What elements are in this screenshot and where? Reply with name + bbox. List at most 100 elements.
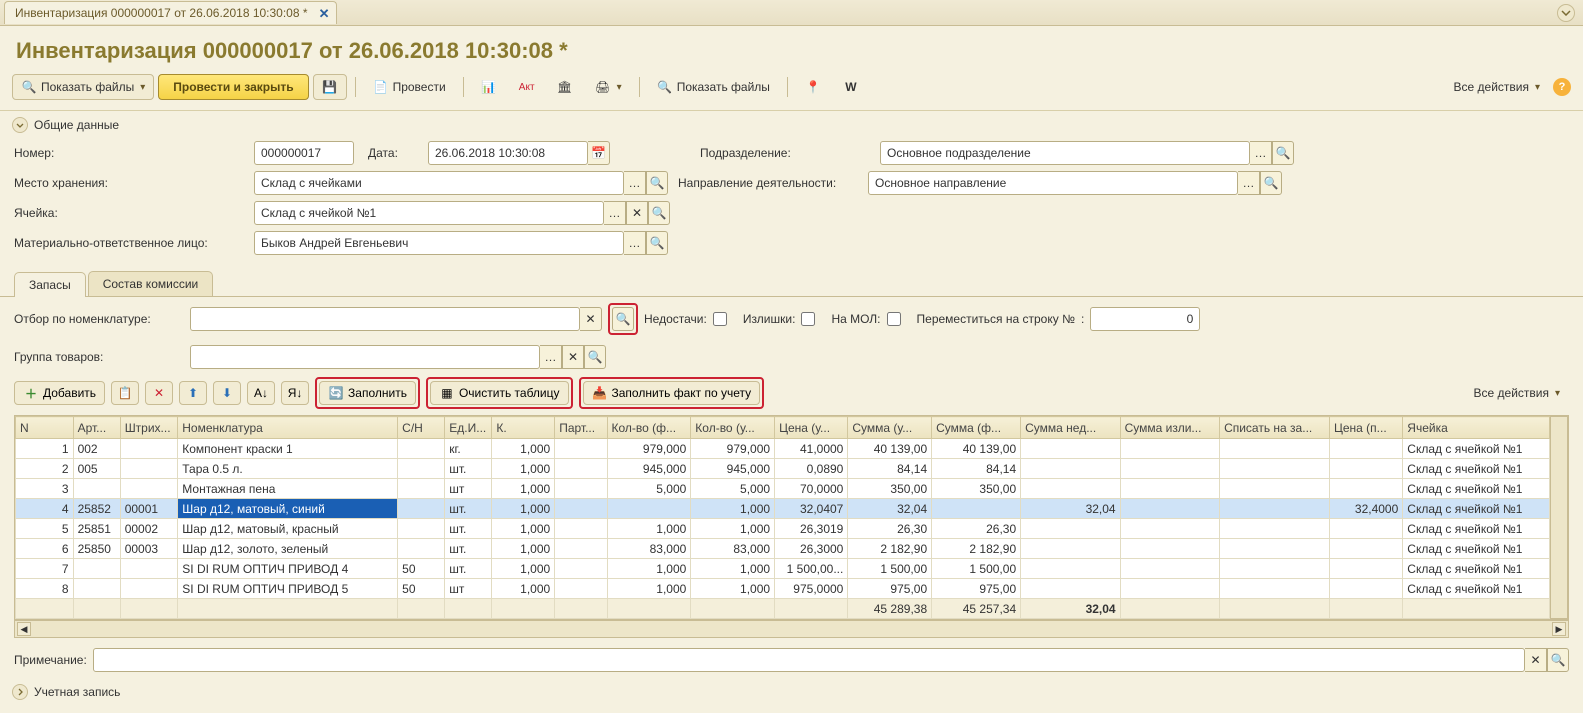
wiki-button[interactable]: W bbox=[834, 74, 868, 100]
horizontal-scrollbar[interactable]: ◀ ▶ bbox=[14, 620, 1569, 638]
table-row[interactable]: 1002Компонент краски 1кг.1,000979,000979… bbox=[16, 439, 1550, 459]
column-header[interactable]: Ячейка bbox=[1403, 417, 1550, 439]
calendar-icon[interactable]: 📅 bbox=[588, 141, 610, 165]
table-row[interactable]: 3Монтажная пенашт1,0005,0005,00070,00003… bbox=[16, 479, 1550, 499]
search-icon[interactable]: 🔍 bbox=[646, 231, 668, 255]
table-row[interactable]: 52585100002Шар д12, матовый, красныйшт.1… bbox=[16, 519, 1550, 539]
shortage-checkbox[interactable] bbox=[713, 312, 727, 326]
select-icon[interactable]: … bbox=[604, 201, 626, 225]
fill-fact-button[interactable]: 📥 Заполнить факт по учету bbox=[583, 381, 761, 405]
all-actions-button[interactable]: Все действия bbox=[1445, 75, 1550, 99]
close-icon[interactable]: ✕ bbox=[319, 6, 330, 22]
number-field[interactable] bbox=[254, 141, 354, 165]
column-header[interactable]: Сумма нед... bbox=[1021, 417, 1120, 439]
clear-icon[interactable]: ✕ bbox=[562, 345, 584, 369]
table-icon: ▦ bbox=[439, 385, 455, 401]
vertical-scrollbar[interactable] bbox=[1550, 416, 1568, 619]
search-icon[interactable]: 🔍 bbox=[1272, 141, 1294, 165]
collapse-accounting-icon[interactable] bbox=[12, 684, 28, 700]
print-button[interactable]: 🖨 bbox=[586, 74, 631, 100]
date-field[interactable] bbox=[428, 141, 588, 165]
table-row[interactable]: 8SI DI RUM ОПТИЧ ПРИВОД 550шт1,0001,0001… bbox=[16, 579, 1550, 599]
column-header[interactable]: С/Н bbox=[398, 417, 445, 439]
group-field[interactable] bbox=[190, 345, 540, 369]
tab-stocks[interactable]: Запасы bbox=[14, 272, 86, 297]
akt-button[interactable]: Акт bbox=[510, 74, 544, 100]
column-header[interactable]: Сумма (ф... bbox=[932, 417, 1021, 439]
select-icon[interactable]: … bbox=[540, 345, 562, 369]
pin-icon[interactable] bbox=[1557, 4, 1575, 22]
filter-nomen-field[interactable] bbox=[190, 307, 580, 331]
search-icon[interactable]: 🔍 bbox=[1547, 648, 1569, 672]
tab-commission[interactable]: Состав комиссии bbox=[88, 271, 214, 296]
goto-row-field[interactable] bbox=[1090, 307, 1200, 331]
post-button[interactable]: 📄 Провести bbox=[364, 74, 455, 100]
select-icon[interactable]: … bbox=[1238, 171, 1260, 195]
search-icon[interactable]: 🔍 bbox=[584, 345, 606, 369]
select-icon[interactable]: … bbox=[624, 231, 646, 255]
cell-field[interactable] bbox=[254, 201, 604, 225]
note-field[interactable] bbox=[93, 648, 1525, 672]
cell-label: Ячейка: bbox=[14, 206, 254, 220]
sort-desc-button[interactable]: Я↓ bbox=[281, 381, 309, 405]
column-header[interactable]: Кол-во (у... bbox=[691, 417, 775, 439]
post-and-close-button[interactable]: Провести и закрыть bbox=[158, 74, 308, 100]
select-icon[interactable]: … bbox=[624, 171, 646, 195]
document-tab[interactable]: Инвентаризация 000000017 от 26.06.2018 1… bbox=[4, 1, 337, 24]
search-icon[interactable]: 🔍 bbox=[648, 201, 670, 225]
clear-table-button[interactable]: ▦ Очистить таблицу bbox=[430, 381, 569, 405]
column-header[interactable]: Парт... bbox=[555, 417, 607, 439]
bymol-checkbox[interactable] bbox=[887, 312, 901, 326]
store-field[interactable] bbox=[254, 171, 624, 195]
table-row[interactable]: 7SI DI RUM ОПТИЧ ПРИВОД 450шт.1,0001,000… bbox=[16, 559, 1550, 579]
add-row-button[interactable]: ＋ Добавить bbox=[14, 381, 105, 405]
activity-field[interactable] bbox=[868, 171, 1238, 195]
dt-kt-button[interactable]: 📊 bbox=[472, 74, 506, 100]
help-icon[interactable]: ? bbox=[1553, 78, 1571, 96]
structure-button[interactable]: 🏛 bbox=[548, 74, 582, 100]
clear-icon[interactable]: ✕ bbox=[1525, 648, 1547, 672]
collapse-general-icon[interactable] bbox=[12, 117, 28, 133]
dept-field[interactable] bbox=[880, 141, 1250, 165]
column-header[interactable]: Кол-во (ф... bbox=[607, 417, 691, 439]
column-header[interactable]: Цена (п... bbox=[1330, 417, 1403, 439]
select-icon[interactable]: … bbox=[1250, 141, 1272, 165]
copy-row-button[interactable]: 📋 bbox=[111, 381, 139, 405]
surplus-checkbox[interactable] bbox=[801, 312, 815, 326]
table-row[interactable]: 2005Тара 0.5 л.шт.1,000945,000945,0000,0… bbox=[16, 459, 1550, 479]
column-header[interactable]: Ед.И... bbox=[445, 417, 492, 439]
geo-button[interactable]: 📍 bbox=[796, 74, 830, 100]
move-up-button[interactable]: ⬆ bbox=[179, 381, 207, 405]
column-header[interactable]: Номенклатура bbox=[178, 417, 398, 439]
scroll-right-icon[interactable]: ▶ bbox=[1552, 622, 1566, 636]
nomen-pick-button[interactable]: 🔍 bbox=[608, 303, 638, 335]
clear-icon[interactable]: ✕ bbox=[626, 201, 648, 225]
column-header[interactable]: Цена (у... bbox=[775, 417, 848, 439]
mol-field[interactable] bbox=[254, 231, 624, 255]
show-files-button[interactable]: 🔍 Показать файлы bbox=[12, 74, 154, 100]
scroll-left-icon[interactable]: ◀ bbox=[17, 622, 31, 636]
save-icon: 💾 bbox=[322, 79, 338, 95]
column-header[interactable]: Штрих... bbox=[120, 417, 178, 439]
title-bar: Инвентаризация 000000017 от 26.06.2018 1… bbox=[0, 26, 1583, 72]
search-icon[interactable]: 🔍 bbox=[1260, 171, 1282, 195]
post-icon: 📄 bbox=[373, 79, 389, 95]
clear-icon[interactable]: ✕ bbox=[580, 307, 602, 331]
column-header[interactable]: Сумма (у... bbox=[848, 417, 932, 439]
show-files2-button[interactable]: 🔍 Показать файлы bbox=[648, 74, 779, 100]
table-row[interactable]: 42585200001Шар д12, матовый, синийшт.1,0… bbox=[16, 499, 1550, 519]
search-icon[interactable]: 🔍 bbox=[646, 171, 668, 195]
delete-row-button[interactable]: ✕ bbox=[145, 381, 173, 405]
sort-asc-button[interactable]: A↓ bbox=[247, 381, 275, 405]
column-header[interactable]: N bbox=[16, 417, 74, 439]
table-row[interactable]: 62585000003Шар д12, золото, зеленыйшт.1,… bbox=[16, 539, 1550, 559]
fill-button[interactable]: 🔄 Заполнить bbox=[319, 381, 416, 405]
column-header[interactable]: Арт... bbox=[73, 417, 120, 439]
column-header[interactable]: Сумма изли... bbox=[1120, 417, 1219, 439]
grid-all-actions-button[interactable]: Все действия bbox=[1465, 381, 1570, 405]
column-header[interactable]: Списать на за... bbox=[1220, 417, 1330, 439]
stocks-table[interactable]: NАрт...Штрих...НоменклатураС/НЕд.И...К.П… bbox=[15, 416, 1550, 619]
column-header[interactable]: К. bbox=[492, 417, 555, 439]
move-down-button[interactable]: ⬇ bbox=[213, 381, 241, 405]
save-button[interactable]: 💾 bbox=[313, 74, 347, 100]
